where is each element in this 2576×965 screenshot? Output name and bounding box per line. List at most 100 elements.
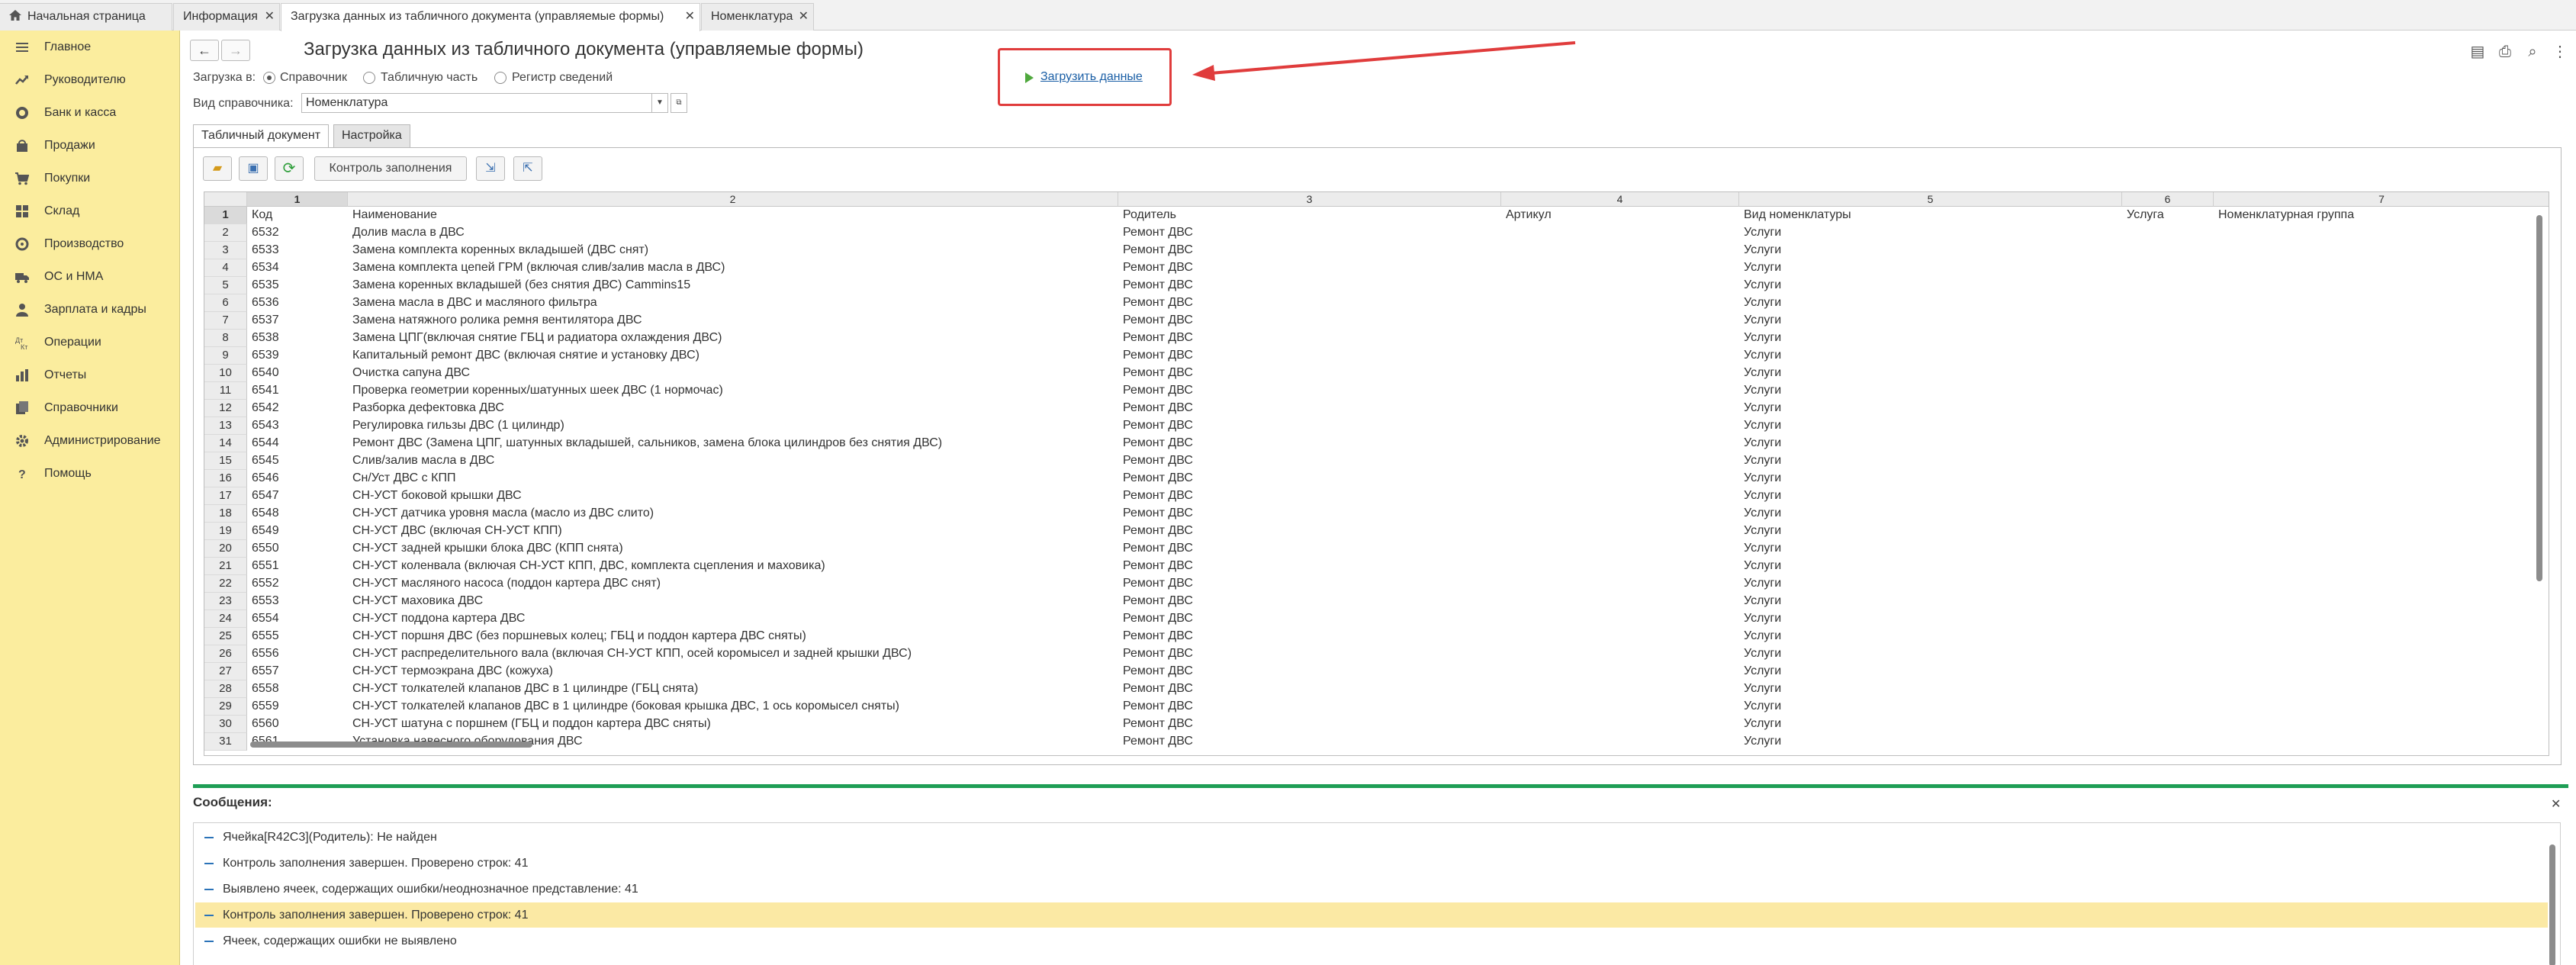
cell-code[interactable]: 6548 [252, 505, 279, 523]
cell-parent[interactable]: Ремонт ДВС [1123, 312, 1193, 330]
cell-name[interactable]: Регулировка гильзы ДВС (1 цилиндр) [352, 417, 564, 435]
back-button[interactable]: ← [190, 40, 219, 61]
header-cell[interactable]: Наименование [352, 207, 437, 224]
row-header[interactable]: 16 [204, 470, 247, 487]
radio-register-label[interactable]: Регистр сведений [512, 71, 613, 85]
row-header[interactable]: 30 [204, 716, 247, 733]
row-header[interactable]: 2 [204, 224, 247, 242]
cell-parent[interactable]: Ремонт ДВС [1123, 224, 1193, 242]
check-filling-button[interactable]: Контроль заполнения [314, 156, 467, 181]
row-header[interactable]: 28 [204, 680, 247, 698]
header-cell[interactable]: Вид номенклатуры [1744, 207, 1851, 224]
import-button[interactable]: ⇲ [476, 156, 505, 181]
cell-name[interactable]: Замена комплекта цепей ГРМ (включая слив… [352, 259, 725, 277]
close-icon[interactable]: ✕ [799, 4, 809, 30]
sidebar-item-purchases[interactable]: Покупки [0, 162, 180, 195]
cell-type[interactable]: Услуги [1744, 417, 1781, 435]
sidebar-item-sales[interactable]: Продажи [0, 129, 180, 162]
cell-code[interactable]: 6539 [252, 347, 279, 365]
cell-name[interactable]: СН-УСТ толкателей клапанов ДВС в 1 цилин… [352, 698, 899, 716]
cell-name[interactable]: Сн/Уст ДВС с КПП [352, 470, 455, 487]
row-header[interactable]: 15 [204, 452, 247, 470]
cell-name[interactable]: СН-УСТ поддона картера ДВС [352, 610, 525, 628]
row-header[interactable]: 21 [204, 558, 247, 575]
cell-name[interactable]: Замена комплекта коренных вкладышей (ДВС… [352, 242, 648, 259]
cell-code[interactable]: 6552 [252, 575, 279, 593]
cell-type[interactable]: Услуги [1744, 435, 1781, 452]
cell-code[interactable]: 6560 [252, 716, 279, 733]
cell-code[interactable]: 6549 [252, 523, 279, 540]
cell-parent[interactable]: Ремонт ДВС [1123, 540, 1193, 558]
row-header[interactable]: 13 [204, 417, 247, 435]
horizontal-scrollbar[interactable] [250, 741, 2539, 748]
cell-code[interactable]: 6545 [252, 452, 279, 470]
tab-info[interactable]: Информация ✕ [173, 3, 280, 31]
message-item[interactable]: Ячейка[R42C3](Родитель): Не найден [195, 825, 2548, 850]
cell-parent[interactable]: Ремонт ДВС [1123, 575, 1193, 593]
cell-parent[interactable]: Ремонт ДВС [1123, 417, 1193, 435]
column-header[interactable]: 4 [1501, 192, 1739, 207]
cell-name[interactable]: СН-УСТ шатуна с поршнем (ГБЦ и поддон ка… [352, 716, 711, 733]
cell-parent[interactable]: Ремонт ДВС [1123, 558, 1193, 575]
cell-type[interactable]: Услуги [1744, 452, 1781, 470]
row-header[interactable]: 25 [204, 628, 247, 645]
row-header[interactable]: 7 [204, 312, 247, 330]
cell-name[interactable]: СН-УСТ коленвала (включая СН-УСТ КПП, ДВ… [352, 558, 825, 575]
cell-parent[interactable]: Ремонт ДВС [1123, 382, 1193, 400]
sidebar-item-catalogs[interactable]: Справочники [0, 391, 180, 424]
cell-parent[interactable]: Ремонт ДВС [1123, 645, 1193, 663]
open-file-button[interactable]: ▰ [203, 156, 232, 181]
scroll-thumb[interactable] [2549, 844, 2555, 965]
cell-name[interactable]: Проверка геометрии коренных/шатунных шее… [352, 382, 723, 400]
cell-type[interactable]: Услуги [1744, 663, 1781, 680]
row-header[interactable]: 10 [204, 365, 247, 382]
cell-code[interactable]: 6538 [252, 330, 279, 347]
radio-table-part[interactable] [363, 72, 375, 84]
cell-type[interactable]: Услуги [1744, 593, 1781, 610]
row-header[interactable]: 31 [204, 733, 247, 751]
cell-name[interactable]: СН-УСТ задней крышки блока ДВС (КПП снят… [352, 540, 623, 558]
cell-code[interactable]: 6556 [252, 645, 279, 663]
message-item[interactable]: Выявлено ячеек, содержащих ошибки/неодно… [195, 877, 2548, 902]
cell-type[interactable]: Услуги [1744, 523, 1781, 540]
tab-data-load[interactable]: Загрузка данных из табличного документа … [281, 3, 700, 31]
messages-scrollbar[interactable] [2549, 844, 2555, 965]
cell-parent[interactable]: Ремонт ДВС [1123, 610, 1193, 628]
cell-name[interactable]: СН-УСТ маховика ДВС [352, 593, 483, 610]
cell-type[interactable]: Услуги [1744, 470, 1781, 487]
cell-code[interactable]: 6547 [252, 487, 279, 505]
cell-type[interactable]: Услуги [1744, 505, 1781, 523]
row-header[interactable]: 5 [204, 277, 247, 294]
cell-name[interactable]: СН-УСТ поршня ДВС (без поршневых колец; … [352, 628, 806, 645]
cell-parent[interactable]: Ремонт ДВС [1123, 330, 1193, 347]
cell-type[interactable]: Услуги [1744, 277, 1781, 294]
close-icon[interactable]: ✕ [685, 4, 695, 30]
row-header[interactable]: 29 [204, 698, 247, 716]
sidebar-item-salary[interactable]: Зарплата и кадры [0, 293, 180, 326]
open-icon[interactable]: ⧉ [671, 93, 687, 113]
cell-name[interactable]: Долив масла в ДВС [352, 224, 465, 242]
cell-code[interactable]: 6540 [252, 365, 279, 382]
export-button[interactable]: ⇱ [513, 156, 542, 181]
cell-parent[interactable]: Ремонт ДВС [1123, 242, 1193, 259]
row-header[interactable]: 17 [204, 487, 247, 505]
column-header[interactable]: 7 [2214, 192, 2549, 207]
column-header[interactable]: 6 [2122, 192, 2214, 207]
cell-type[interactable]: Услуги [1744, 558, 1781, 575]
cell-code[interactable]: 6554 [252, 610, 279, 628]
cell-type[interactable]: Услуги [1744, 628, 1781, 645]
cell-code[interactable]: 6555 [252, 628, 279, 645]
radio-register[interactable] [494, 72, 507, 84]
cell-parent[interactable]: Ремонт ДВС [1123, 400, 1193, 417]
sidebar-item-assets[interactable]: ОС и НМА [0, 260, 180, 293]
cell-type[interactable]: Услуги [1744, 294, 1781, 312]
cell-name[interactable]: Капитальный ремонт ДВС (включая снятие и… [352, 347, 699, 365]
cell-type[interactable]: Услуги [1744, 680, 1781, 698]
cell-code[interactable]: 6533 [252, 242, 279, 259]
header-cell[interactable]: Артикул [1506, 207, 1552, 224]
sidebar-item-operations[interactable]: Дт Кт Операции [0, 326, 180, 359]
cell-type[interactable]: Услуги [1744, 487, 1781, 505]
cell-name[interactable]: СН-УСТ толкателей клапанов ДВС в 1 цилин… [352, 680, 698, 698]
cell-parent[interactable]: Ремонт ДВС [1123, 347, 1193, 365]
row-header[interactable]: 3 [204, 242, 247, 259]
